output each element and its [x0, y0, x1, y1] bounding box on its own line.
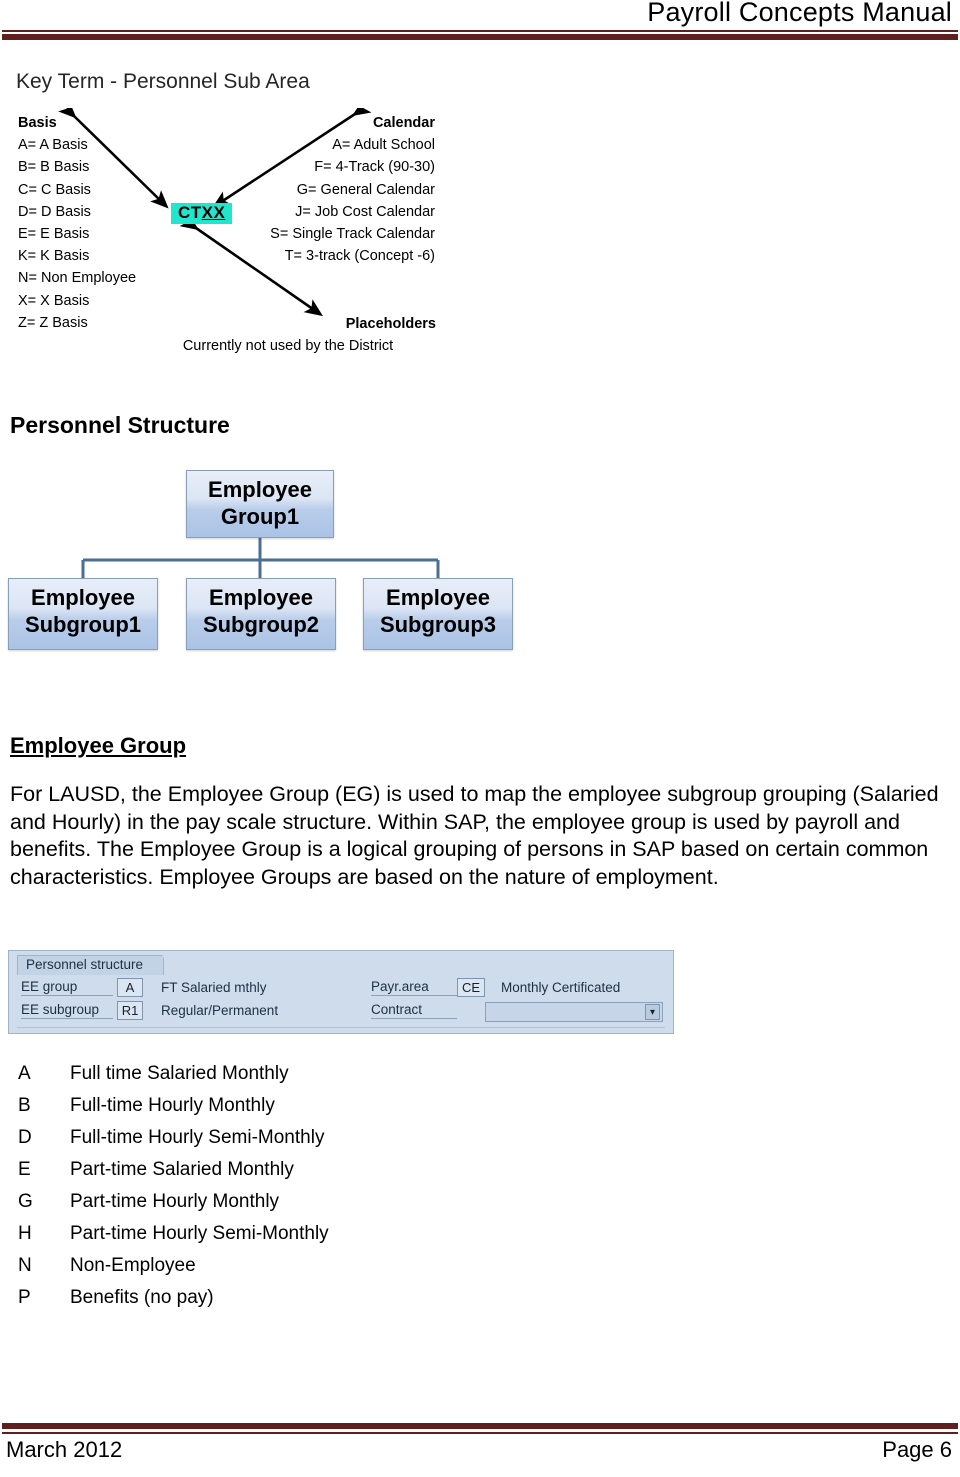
employee-group-heading: Employee Group — [10, 733, 187, 758]
sap-personnel-structure-panel: Personnel structure EE group A FT Salari… — [8, 950, 674, 1034]
sap-text-ee-group: FT Salaried mthly — [161, 980, 267, 995]
eg-code: H — [18, 1223, 32, 1244]
eg-description: Full time Salaried Monthly — [70, 1063, 289, 1084]
calendar-item: J= Job Cost Calendar — [295, 203, 435, 220]
sap-label-contract: Contract — [371, 1002, 457, 1019]
org-box-line: Group1 — [220, 504, 300, 529]
sap-value-payr-area[interactable]: CE — [457, 978, 485, 997]
placeholders-legend: Placeholders Currently not used by the D… — [140, 313, 436, 357]
basis-legend: Basis A= A Basis B= B Basis C= C Basis D… — [18, 112, 188, 334]
sap-text-ee-subgroup: Regular/Permanent — [161, 1003, 279, 1018]
list-item: N Non-Employee — [18, 1250, 538, 1282]
placeholders-note: Currently not used by the District — [182, 338, 394, 355]
footer-rule-thick — [2, 1423, 958, 1429]
sap-tab-personnel-structure[interactable]: Personnel structure — [17, 955, 175, 976]
org-box-employee-group1: Employee Group1 — [186, 470, 334, 538]
basis-item: E= E Basis — [18, 226, 90, 243]
header-rule-thin-top — [2, 30, 958, 32]
employee-group-code-list: A Full time Salaried Monthly B Full-time… — [18, 1058, 538, 1314]
sap-panel-divider — [17, 1027, 665, 1028]
eg-description: Benefits (no pay) — [70, 1287, 214, 1308]
eg-code: P — [18, 1287, 31, 1308]
org-box-line: Subgroup1 — [24, 612, 142, 637]
org-box-employee-subgroup3: Employee Subgroup3 — [363, 578, 513, 650]
eg-code: D — [18, 1127, 32, 1148]
org-box-employee-subgroup1: Employee Subgroup1 — [8, 578, 158, 650]
basis-item: N= Non Employee — [18, 270, 137, 287]
eg-code: B — [18, 1095, 31, 1116]
calendar-item: G= General Calendar — [296, 181, 435, 198]
page-title: Payroll Concepts Manual — [647, 0, 952, 27]
org-box-line: Employee — [386, 585, 490, 610]
eg-code: G — [18, 1191, 33, 1212]
footer-page-number: Page 6 — [882, 1437, 952, 1462]
ctxx-code-chip: CTXX — [171, 203, 233, 224]
eg-description: Full-time Hourly Semi-Monthly — [70, 1127, 325, 1148]
basis-item: D= D Basis — [18, 203, 91, 220]
eg-description: Non-Employee — [70, 1255, 196, 1276]
list-item: E Part-time Salaried Monthly — [18, 1154, 538, 1186]
sap-label-ee-subgroup: EE subgroup — [21, 1002, 113, 1019]
basis-item: B= B Basis — [18, 159, 90, 176]
eg-description: Part-time Salaried Monthly — [70, 1159, 294, 1180]
basis-title: Basis — [18, 115, 57, 131]
basis-item: K= K Basis — [18, 248, 90, 265]
sap-text-payr-area: Monthly Certificated — [501, 980, 621, 995]
eg-description: Part-time Hourly Semi-Monthly — [70, 1223, 329, 1244]
ctxx-suffix: XX — [201, 203, 226, 222]
calendar-item: T= 3-track (Concept -6) — [284, 248, 435, 265]
eg-code: A — [18, 1063, 31, 1084]
key-term-diagram: Basis A= A Basis B= B Basis C= C Basis D… — [0, 108, 470, 358]
ctxx-prefix: CT — [178, 203, 202, 222]
org-box-line: Subgroup3 — [379, 612, 497, 637]
basis-item: C= C Basis — [18, 181, 91, 198]
sap-label-ee-group: EE group — [21, 979, 113, 996]
employee-group-body: For LAUSD, the Employee Group (EG) is us… — [10, 782, 939, 889]
footer-date: March 2012 — [6, 1437, 123, 1462]
calendar-item: S= Single Track Calendar — [270, 226, 435, 243]
eg-description: Part-time Hourly Monthly — [70, 1191, 280, 1212]
list-item: H Part-time Hourly Semi-Monthly — [18, 1218, 538, 1250]
placeholders-title: Placeholders — [345, 316, 436, 332]
calendar-legend: Calendar A= Adult School F= 4-Track (90-… — [215, 112, 435, 267]
eg-description: Full-time Hourly Monthly — [70, 1095, 275, 1116]
sap-label-payr-area: Payr.area — [371, 979, 457, 996]
org-box-employee-subgroup2: Employee Subgroup2 — [186, 578, 336, 650]
org-box-line: Subgroup2 — [202, 612, 320, 637]
dropdown-icon[interactable]: ▾ — [645, 1004, 660, 1020]
org-box-line: Employee — [209, 585, 313, 610]
footer-rule-thin — [2, 1432, 958, 1434]
eg-code: E — [18, 1159, 31, 1180]
list-item: D Full-time Hourly Semi-Monthly — [18, 1122, 538, 1154]
sap-value-ee-subgroup[interactable]: R1 — [117, 1001, 143, 1020]
basis-item: A= A Basis — [18, 137, 88, 154]
list-item: G Part-time Hourly Monthly — [18, 1186, 538, 1218]
page-footer: March 2012 Page 6 — [0, 1407, 960, 1477]
basis-item: X= X Basis — [18, 292, 90, 309]
sap-value-ee-group[interactable]: A — [117, 978, 143, 997]
sap-contract-input[interactable]: ▾ — [485, 1002, 663, 1022]
org-box-line: Employee — [31, 585, 135, 610]
header-rule-thick — [2, 34, 958, 40]
calendar-item: F= 4-Track (90-30) — [314, 159, 435, 176]
org-box-line: Employee — [208, 477, 312, 502]
calendar-title: Calendar — [372, 115, 435, 131]
key-term-heading: Key Term - Personnel Sub Area — [16, 70, 310, 93]
personnel-structure-org-chart: Employee Group1 Employee Subgroup1 Emplo… — [0, 460, 530, 665]
list-item: A Full time Salaried Monthly — [18, 1058, 538, 1090]
personnel-structure-heading: Personnel Structure — [10, 412, 230, 438]
eg-code: N — [18, 1255, 32, 1276]
employee-group-section: Employee Group For LAUSD, the Employee G… — [10, 733, 950, 891]
calendar-item: A= Adult School — [332, 137, 435, 154]
page-header: Payroll Concepts Manual — [0, 0, 960, 44]
list-item: P Benefits (no pay) — [18, 1282, 538, 1314]
list-item: B Full-time Hourly Monthly — [18, 1090, 538, 1122]
